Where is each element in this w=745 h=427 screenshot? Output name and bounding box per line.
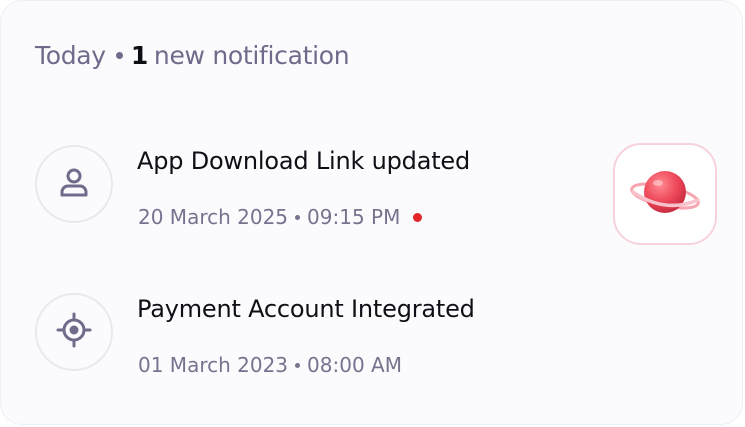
notification-avatar bbox=[35, 293, 113, 371]
notification-thumbnail bbox=[613, 143, 717, 245]
notification-title: App Download Link updated bbox=[137, 147, 471, 175]
notification-title: Payment Account Integrated bbox=[137, 295, 475, 323]
timestamp-separator bbox=[295, 362, 301, 368]
notification-date: 20 March 2025 bbox=[138, 205, 289, 229]
notification-avatar bbox=[35, 145, 113, 223]
notifications-header: Today 1 new notification bbox=[35, 41, 350, 70]
notification-count: 1 bbox=[130, 41, 148, 70]
notification-timestamp: 20 March 2025 09:15 PM bbox=[138, 205, 423, 229]
header-label: Today bbox=[35, 41, 106, 70]
user-icon bbox=[57, 165, 91, 203]
notification-timestamp: 01 March 2023 08:00 AM bbox=[138, 353, 402, 377]
notification-time: 09:15 PM bbox=[307, 205, 401, 229]
header-suffix: new notification bbox=[153, 41, 350, 70]
header-separator-dot bbox=[115, 51, 123, 59]
notification-card: Today 1 new notification App Download Link… bbox=[0, 0, 743, 425]
notification-time: 08:00 AM bbox=[307, 353, 402, 377]
planet-icon bbox=[628, 162, 702, 226]
notification-item[interactable]: Payment Account Integrated 01 March 2023… bbox=[35, 291, 725, 381]
notification-date: 01 March 2023 bbox=[138, 353, 289, 377]
timestamp-separator bbox=[295, 214, 301, 220]
target-icon bbox=[56, 312, 92, 352]
unread-indicator bbox=[413, 212, 423, 222]
notification-item[interactable]: App Download Link updated 20 March 2025 0… bbox=[35, 143, 725, 245]
